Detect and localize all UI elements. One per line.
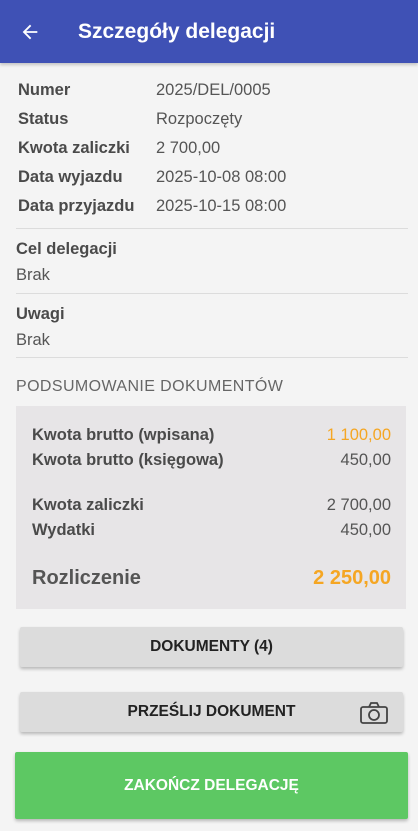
summary-label: Kwota brutto (wpisana) (32, 426, 215, 444)
details-list: Numer 2025/DEL/0005 Status Rozpoczęty Kw… (18, 76, 408, 221)
summary-label: Wydatki (32, 521, 95, 539)
detail-label: Status (18, 110, 69, 128)
notes-value: Brak (16, 331, 50, 349)
summary-row-gross-entered: Kwota brutto (wpisana) 1 100,00 (32, 426, 391, 445)
summary-panel: Kwota brutto (wpisana) 1 100,00 Kwota br… (16, 406, 406, 609)
detail-value: 2025-10-15 08:00 (156, 197, 287, 215)
detail-label: Data wyjazdu (18, 168, 123, 186)
summary-value: 450,00 (340, 451, 391, 469)
settlement-label: Rozliczenie (32, 567, 141, 589)
detail-value: 2025-10-08 08:00 (156, 168, 287, 186)
summary-label: Kwota brutto (księgowa) (32, 451, 224, 469)
divider (16, 228, 408, 229)
page-title: Szczegóły delegacji (78, 19, 276, 43)
summary-row-advance: Kwota zaliczki 2 700,00 (32, 496, 391, 515)
summary-label: Kwota zaliczki (32, 496, 144, 514)
detail-label: Kwota zaliczki (18, 139, 130, 157)
detail-value: 2 700,00 (156, 139, 221, 157)
finish-trip-button[interactable]: ZAKOŃCZ DELEGACJĘ (15, 752, 408, 819)
detail-label: Numer (18, 81, 71, 99)
notes-label: Uwagi (16, 305, 65, 323)
detail-label: Data przyjazdu (18, 197, 135, 215)
detail-row-departure: Data wyjazdu 2025-10-08 08:00 (18, 163, 408, 192)
divider (16, 357, 408, 358)
purpose-value: Brak (16, 266, 50, 284)
detail-row-arrival: Data przyjazdu 2025-10-15 08:00 (18, 192, 408, 221)
app-bar: Szczegóły delegacji (0, 0, 418, 63)
summary-row-gross-booked: Kwota brutto (księgowa) 450,00 (32, 451, 391, 470)
summary-value: 1 100,00 (326, 426, 391, 444)
detail-value: 2025/DEL/0005 (156, 81, 271, 99)
back-button[interactable] (0, 0, 60, 63)
summary-row-settlement: Rozliczenie 2 250,00 (32, 567, 391, 590)
detail-row-number: Numer 2025/DEL/0005 (18, 76, 408, 105)
summary-value: 2 700,00 (326, 496, 391, 514)
notes-section: Uwagi Brak (16, 302, 406, 352)
summary-value: 450,00 (340, 521, 391, 539)
summary-row-expenses: Wydatki 450,00 (32, 521, 391, 540)
settlement-value: 2 250,00 (313, 567, 391, 589)
divider (16, 293, 408, 294)
summary-title: PODSUMOWANIE DOKUMENTÓW (16, 378, 284, 395)
documents-button[interactable]: DOKUMENTY (4) (20, 627, 403, 667)
detail-row-advance: Kwota zaliczki 2 700,00 (18, 134, 408, 163)
detail-row-status: Status Rozpoczęty (18, 105, 408, 134)
detail-value: Rozpoczęty (156, 110, 243, 128)
arrow-left-icon (22, 24, 38, 39)
camera-icon (360, 702, 388, 724)
purpose-section: Cel delegacji Brak (16, 237, 406, 287)
send-document-label: PRZEŚLIJ DOKUMENT (127, 703, 296, 720)
send-document-button[interactable]: PRZEŚLIJ DOKUMENT (20, 692, 403, 732)
purpose-label: Cel delegacji (16, 240, 117, 258)
